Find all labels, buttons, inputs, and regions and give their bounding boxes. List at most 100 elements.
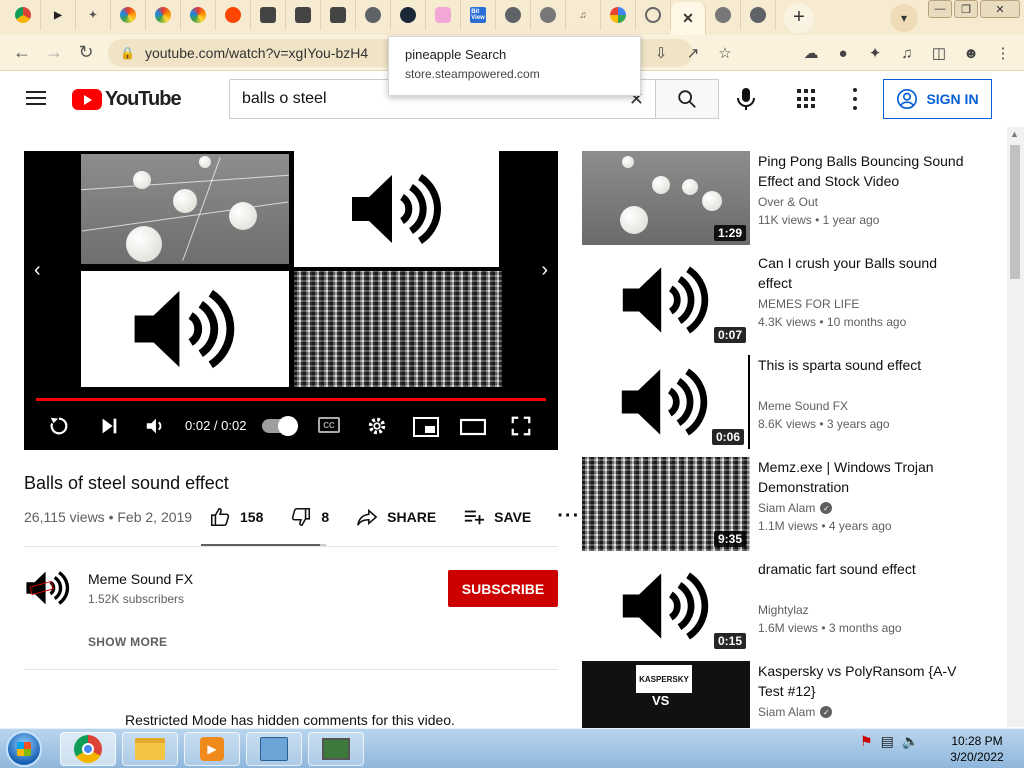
browser-tab[interactable]: Bit View: [461, 0, 496, 30]
channel-avatar[interactable]: [24, 564, 72, 612]
like-button[interactable]: 158: [208, 506, 263, 528]
video-thumbnail[interactable]: 0:07: [582, 253, 750, 347]
profile-icon[interactable]: ☻: [958, 39, 984, 67]
extension-cloud-icon[interactable]: ☁: [798, 39, 824, 67]
chevron-left-icon[interactable]: ‹: [34, 259, 41, 282]
tab-search-button[interactable]: ▾: [890, 4, 918, 32]
mute-button[interactable]: [144, 415, 166, 437]
browser-tab[interactable]: ▶: [41, 0, 76, 30]
voice-search-button[interactable]: [732, 85, 760, 113]
side-panel-icon[interactable]: ◫: [926, 39, 952, 67]
recommended-video[interactable]: 0:07 Can I crush your Balls sound effect M…: [582, 253, 1002, 347]
flag-icon[interactable]: ⚑: [860, 733, 873, 750]
browser-tab[interactable]: ✕: [671, 2, 706, 35]
miniplayer-button[interactable]: [413, 417, 439, 437]
menu-kebab-icon[interactable]: ⋮: [990, 39, 1016, 67]
dislike-button[interactable]: 8: [289, 506, 329, 528]
reload-button[interactable]: ↻: [70, 37, 102, 69]
browser-tab[interactable]: [111, 0, 146, 30]
next-button[interactable]: [98, 415, 120, 437]
browser-tab[interactable]: [146, 0, 181, 30]
suggestion-popup[interactable]: pineapple Search store.steampowered.com: [388, 36, 641, 96]
start-button[interactable]: [6, 731, 42, 767]
scrollbar-thumb[interactable]: [1010, 145, 1020, 279]
browser-tab[interactable]: [391, 0, 426, 30]
browser-tab[interactable]: [6, 0, 41, 30]
browser-tab[interactable]: [216, 0, 251, 30]
settings-kebab-icon[interactable]: [852, 88, 858, 110]
theater-mode-button[interactable]: [460, 417, 486, 437]
recommended-video[interactable]: 9:35 Memz.exe | Windows Trojan Demonstrat…: [582, 457, 1002, 551]
progress-bar[interactable]: [36, 398, 546, 401]
subscribe-button[interactable]: SUBSCRIBE: [448, 570, 558, 607]
browser-tab[interactable]: [181, 0, 216, 30]
recommended-channel[interactable]: Siam Alam ✓: [758, 705, 833, 719]
extensions-puzzle-icon[interactable]: ✦: [862, 39, 888, 67]
browser-tab[interactable]: ♫: [566, 0, 601, 30]
settings-button[interactable]: [366, 415, 388, 437]
network-icon[interactable]: ▤: [881, 733, 894, 750]
youtube-logo[interactable]: YouTube: [72, 88, 182, 111]
channel-name[interactable]: Meme Sound FX: [88, 571, 193, 587]
browser-tab[interactable]: [251, 0, 286, 30]
minimize-button[interactable]: —: [928, 0, 952, 18]
recommended-title[interactable]: dramatic fart sound effect: [758, 559, 968, 579]
show-more-button[interactable]: SHOW MORE: [88, 635, 167, 649]
bookmark-star-icon[interactable]: ☆: [712, 39, 738, 67]
taskbar-explorer[interactable]: [122, 732, 178, 766]
browser-tab[interactable]: [496, 0, 531, 30]
page-scrollbar[interactable]: ▲: [1007, 127, 1024, 727]
recommended-video[interactable]: 1:29 Ping Pong Balls Bouncing Sound Effec…: [582, 151, 1002, 245]
video-thumbnail[interactable]: 0:15: [582, 559, 750, 653]
browser-tab[interactable]: [706, 0, 741, 30]
share-icon[interactable]: ↗: [680, 39, 706, 67]
recommended-video[interactable]: 0:06 This is sparta sound effect Meme Soun…: [582, 355, 1002, 449]
browser-tab[interactable]: [321, 0, 356, 30]
extension-doge-icon[interactable]: ●: [830, 39, 856, 67]
browser-tab[interactable]: [601, 0, 636, 30]
search-button[interactable]: [655, 79, 719, 119]
scroll-up-icon[interactable]: ▲: [1010, 129, 1019, 139]
recommended-channel[interactable]: Mightylaz: [758, 603, 809, 617]
chevron-right-icon[interactable]: ›: [541, 259, 548, 282]
recommended-video[interactable]: 0:15 dramatic fart sound effect Mightylaz 1…: [582, 559, 1002, 653]
close-window-button[interactable]: ✕: [980, 0, 1020, 18]
media-queue-icon[interactable]: ♫: [894, 39, 920, 67]
recommended-title[interactable]: Ping Pong Balls Bouncing Sound Effect an…: [758, 151, 968, 191]
video-thumbnail[interactable]: 9:35: [582, 457, 750, 551]
browser-tab[interactable]: ✦: [76, 0, 111, 30]
recommended-title[interactable]: This is sparta sound effect: [758, 355, 968, 375]
browser-tab[interactable]: [636, 0, 671, 30]
browser-tab[interactable]: [741, 0, 776, 30]
captions-button[interactable]: CC: [318, 417, 340, 433]
taskbar-chrome[interactable]: [60, 732, 116, 766]
share-button[interactable]: SHARE: [355, 506, 436, 528]
recommended-channel[interactable]: MEMES FOR LIFE: [758, 297, 859, 311]
video-thumbnail[interactable]: 1:29: [582, 151, 750, 245]
system-clock[interactable]: 10:28 PM 3/20/2022: [942, 733, 1012, 765]
new-tab-button[interactable]: +: [784, 2, 814, 33]
speaker-tray-icon[interactable]: 🔈: [902, 733, 919, 750]
recommended-channel[interactable]: Over & Out: [758, 195, 818, 209]
taskbar-screen-app[interactable]: [308, 732, 364, 766]
back-button[interactable]: ←: [6, 37, 38, 69]
forward-button[interactable]: →: [38, 37, 70, 69]
autoplay-toggle[interactable]: [262, 416, 298, 436]
recommended-channel[interactable]: Meme Sound FX: [758, 399, 848, 413]
apps-grid-icon[interactable]: [797, 89, 817, 109]
sign-in-button[interactable]: SIGN IN: [883, 79, 992, 119]
browser-tab[interactable]: [531, 0, 566, 30]
recommended-title[interactable]: Can I crush your Balls sound effect: [758, 253, 968, 293]
browser-tab[interactable]: [426, 0, 461, 30]
recommended-title[interactable]: Kaspersky vs PolyRansom {A-V Test #12}: [758, 661, 968, 701]
browser-tab[interactable]: [286, 0, 321, 30]
recommended-title[interactable]: Memz.exe | Windows Trojan Demonstration: [758, 457, 968, 497]
recommended-channel[interactable]: Siam Alam ✓: [758, 501, 833, 515]
taskbar-control-panel[interactable]: [246, 732, 302, 766]
hamburger-menu-icon[interactable]: [26, 91, 46, 105]
browser-tab[interactable]: [356, 0, 391, 30]
video-thumbnail[interactable]: 0:06: [582, 355, 750, 449]
install-icon[interactable]: ⇩: [648, 39, 674, 67]
more-actions-button[interactable]: ···: [557, 505, 580, 528]
replay-button[interactable]: [48, 415, 70, 437]
